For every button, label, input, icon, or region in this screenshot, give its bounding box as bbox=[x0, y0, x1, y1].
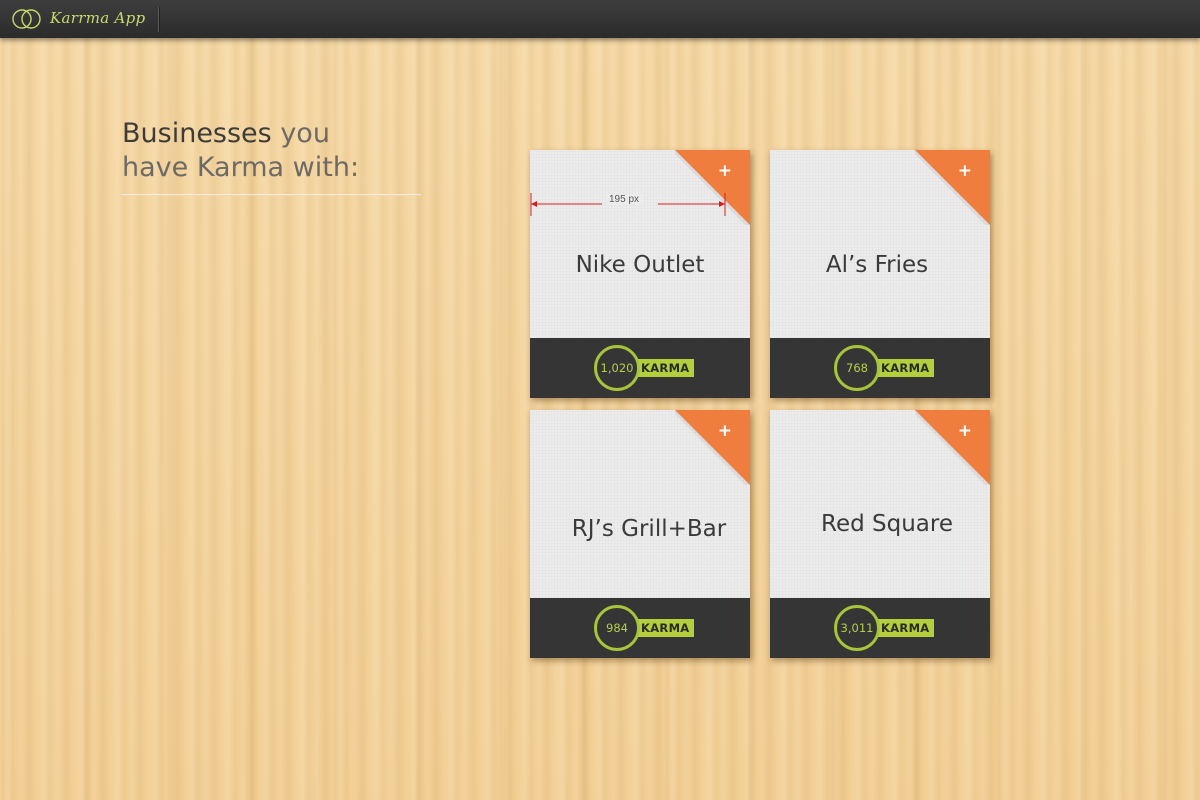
karma-label: KARMA bbox=[637, 619, 694, 637]
karma-points: 1,020 bbox=[594, 345, 640, 391]
add-karma-button[interactable]: + bbox=[718, 163, 732, 180]
card-footer: 984 KARMA bbox=[530, 598, 750, 658]
business-card-red-square[interactable]: + Red Square 3,011 KARMA bbox=[770, 410, 990, 658]
topbar-divider bbox=[158, 7, 159, 32]
karma-points: 984 bbox=[594, 605, 640, 651]
page-heading: Businesses you have Karma with: bbox=[122, 117, 422, 185]
top-bar: Karrma App bbox=[0, 0, 1200, 38]
corner-fold-icon bbox=[915, 150, 990, 225]
business-card-als-fries[interactable]: + Al’s Fries 768 KARMA bbox=[770, 150, 990, 398]
card-footer: 768 KARMA bbox=[770, 338, 990, 398]
add-karma-button[interactable]: + bbox=[718, 423, 732, 440]
add-karma-button[interactable]: + bbox=[958, 423, 972, 440]
heading-line1-rest: you bbox=[271, 118, 330, 149]
business-card-nike-outlet[interactable]: + Nike Outlet 1,020 KARMA bbox=[530, 150, 750, 398]
karma-points: 3,011 bbox=[834, 605, 880, 651]
business-name: RJ’s Grill+Bar bbox=[571, 516, 727, 542]
karma-label: KARMA bbox=[877, 359, 934, 377]
karma-logo-icon[interactable] bbox=[10, 8, 44, 30]
dimension-label: 195 px bbox=[606, 194, 643, 205]
heading-divider bbox=[121, 194, 421, 196]
card-footer: 1,020 KARMA bbox=[530, 338, 750, 398]
corner-fold-icon bbox=[675, 410, 750, 485]
business-name: Nike Outlet bbox=[575, 252, 705, 278]
card-footer: 3,011 KARMA bbox=[770, 598, 990, 658]
heading-line2: have Karma with: bbox=[122, 152, 360, 183]
business-name: Red Square bbox=[821, 511, 953, 537]
business-name: Al’s Fries bbox=[825, 252, 929, 278]
add-karma-button[interactable]: + bbox=[958, 163, 972, 180]
heading-strong: Businesses bbox=[122, 118, 272, 149]
karma-points: 768 bbox=[834, 345, 880, 391]
app-title[interactable]: Karrma App bbox=[50, 9, 145, 27]
karma-label: KARMA bbox=[877, 619, 934, 637]
corner-fold-icon bbox=[915, 410, 990, 485]
karma-label: KARMA bbox=[637, 359, 694, 377]
width-annotation: 195 px bbox=[530, 191, 726, 217]
business-card-rjs-grill-bar[interactable]: + RJ’s Grill+Bar 984 KARMA bbox=[530, 410, 750, 658]
